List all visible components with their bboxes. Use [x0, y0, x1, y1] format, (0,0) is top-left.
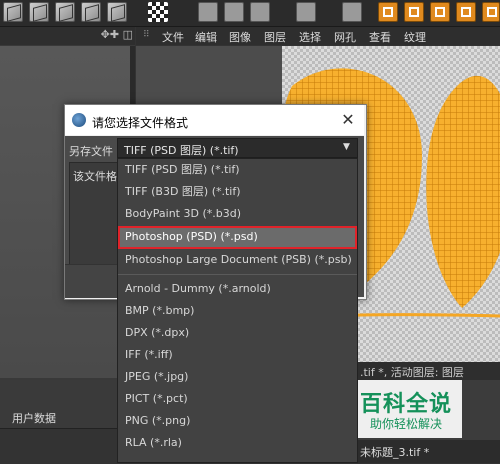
menu-file[interactable]: 文件 [162, 29, 184, 45]
format-option[interactable]: TIFF (PSD 图层) (*.tif) [118, 159, 357, 181]
format-option[interactable]: IFF (*.iff) [118, 344, 357, 366]
format-option[interactable]: DPX (*.dpx) [118, 322, 357, 344]
format-option[interactable]: PNG (*.png) [118, 410, 357, 432]
menu-texture[interactable]: 纹理 [404, 29, 426, 45]
status-text: .tif *, 活动图层: 图层 [360, 366, 464, 379]
format-option[interactable]: BMP (*.bmp) [118, 300, 357, 322]
format-select-value[interactable]: TIFF (PSD 图层) (*.tif) [124, 142, 239, 158]
layer-icon[interactable] [224, 2, 244, 22]
menu-image[interactable]: 图像 [229, 29, 251, 45]
cube-icon[interactable] [3, 2, 23, 22]
menu-edit[interactable]: 编辑 [195, 29, 217, 45]
list-separator [118, 274, 357, 275]
cube-icon[interactable] [81, 2, 101, 22]
menu-layer[interactable]: 图层 [264, 29, 286, 45]
navigation-icons[interactable]: ✥✚ ◫ [101, 28, 133, 41]
format-option[interactable]: Arnold - Dummy (*.arnold) [118, 278, 357, 300]
left-bottom-bar [0, 428, 135, 464]
user-data-label[interactable]: 用户数据 [12, 410, 56, 426]
dialog-title: 请您选择文件格式 [92, 116, 189, 130]
format-option[interactable]: RLA (*.rla) [118, 432, 357, 454]
cube-icon[interactable] [55, 2, 75, 22]
watermark-subtitle: 助你轻松解决 [369, 417, 442, 431]
chevron-down-icon[interactable]: ▼ [343, 142, 350, 152]
format-option-highlighted[interactable]: Photoshop (PSD) (*.psd) [118, 226, 357, 249]
grid-icon[interactable] [250, 2, 270, 22]
menu-select[interactable]: 选择 [299, 29, 321, 45]
checker-icon[interactable] [148, 2, 168, 22]
select-icon[interactable] [404, 2, 424, 22]
format-option[interactable]: Photoshop Large Document (PSB) (*.psb) [118, 249, 357, 271]
cube-icon[interactable] [107, 2, 127, 22]
select-icon[interactable] [456, 2, 476, 22]
save-as-label: 另存文件 [69, 145, 113, 158]
close-button[interactable]: ✕ [338, 110, 358, 130]
description-label: 该文件格 [73, 170, 117, 183]
cinema4d-logo-icon [72, 113, 86, 127]
format-option[interactable]: PICT (*.pct) [118, 388, 357, 410]
delete-icon[interactable] [342, 2, 362, 22]
cube-icon[interactable] [29, 2, 49, 22]
menu-mesh[interactable]: 网孔 [334, 29, 356, 45]
grip-icon: ⠿ [143, 30, 150, 40]
select-icon[interactable] [430, 2, 450, 22]
main-toolbar [0, 0, 500, 27]
format-option[interactable]: TIFF (B3D 图层) (*.tif) [118, 181, 357, 203]
brush-icon[interactable] [198, 2, 218, 22]
select-icon[interactable] [482, 2, 500, 22]
format-option[interactable]: JPEG (*.jpg) [118, 366, 357, 388]
watermark-title: 百科全说 [359, 392, 452, 417]
file-tab-label[interactable]: 未标题_3.tif * [360, 444, 429, 460]
tool-icon[interactable] [296, 2, 316, 22]
texture-menubar: 文件 编辑 图像 图层 选择 网孔 查看 纹理 [136, 27, 500, 45]
dialog-footer [65, 264, 117, 298]
select-icon[interactable] [378, 2, 398, 22]
menu-view[interactable]: 查看 [369, 29, 391, 45]
left-panel-header: ✥✚ ◫ [0, 27, 135, 45]
format-option[interactable]: BodyPaint 3D (*.b3d) [118, 203, 357, 225]
